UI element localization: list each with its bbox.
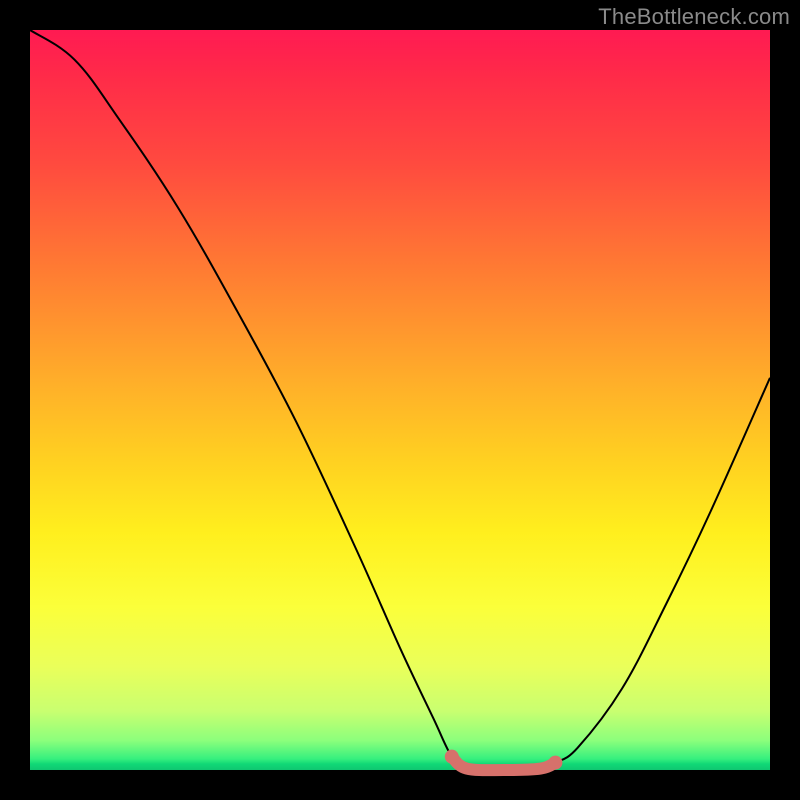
bottleneck-curve — [30, 30, 770, 770]
chart-outer-frame: TheBottleneck.com — [0, 0, 800, 800]
optimal-range-highlight — [452, 757, 556, 770]
chart-plot-area — [30, 30, 770, 770]
optimal-range-start-dot — [445, 750, 459, 764]
watermark-text: TheBottleneck.com — [598, 4, 790, 30]
optimal-range-end-dot — [548, 756, 562, 770]
chart-svg — [30, 30, 770, 770]
